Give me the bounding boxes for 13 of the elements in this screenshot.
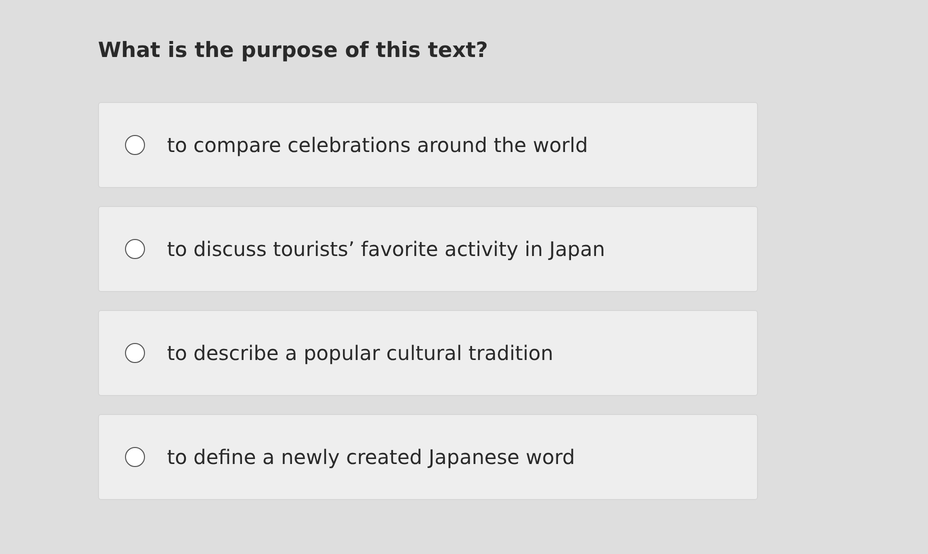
- option-label: to describe a popular cultural tradition: [167, 341, 554, 365]
- radio-button[interactable]: [125, 447, 145, 467]
- answer-option[interactable]: to define a newly created Japanese word: [98, 414, 758, 500]
- radio-button[interactable]: [125, 343, 145, 363]
- answer-option[interactable]: to describe a popular cultural tradition: [98, 310, 758, 396]
- answer-option[interactable]: to discuss tourists’ favorite activity in Japan: [98, 206, 758, 292]
- question-text: What is the purpose of this text?: [98, 38, 489, 62]
- option-label: to compare celebrations around the world: [167, 133, 588, 157]
- radio-button[interactable]: [125, 239, 145, 259]
- radio-button[interactable]: [125, 135, 145, 155]
- answer-option[interactable]: to compare celebrations around the world: [98, 102, 758, 188]
- option-label: to discuss tourists’ favorite activity in Japan: [167, 237, 606, 261]
- option-label: to define a newly created Japanese word: [167, 445, 575, 469]
